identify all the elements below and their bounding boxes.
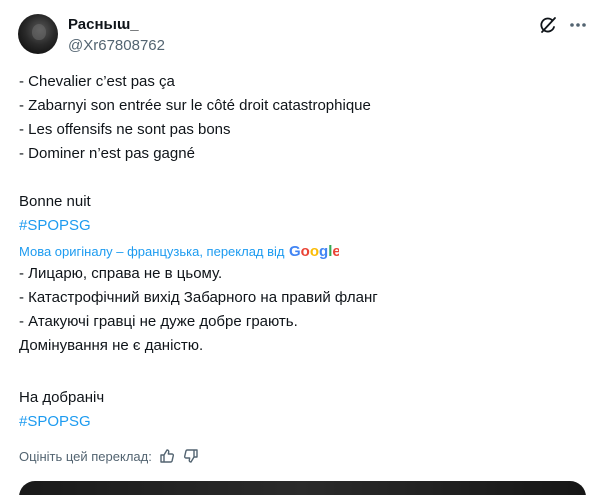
translated-line: - Лицарю, справа не в цьому. <box>19 265 223 282</box>
thumbs-up-icon[interactable] <box>158 447 176 465</box>
more-options-icon[interactable] <box>567 14 589 36</box>
translation-source-label: Мова оригіналу – французька, переклад ві… <box>19 243 285 259</box>
svg-text:Google: Google <box>289 243 339 260</box>
translated-line: - Атакуючі гравці не дуже добре грають. <box>19 313 298 330</box>
original-text: - Chevalier c’est pas ça - Zabarnyi son … <box>19 70 371 166</box>
original-line: - Les offensifs ne sont pas bons <box>19 121 231 138</box>
google-logo: Google <box>289 242 339 260</box>
hashtag-link[interactable]: #SPOPSG <box>19 410 91 434</box>
original-line: - Chevalier c’est pas ça <box>19 73 175 90</box>
avatar[interactable] <box>18 14 58 54</box>
translated-line: - Катастрофічний вихід Забарного на прав… <box>19 289 378 306</box>
thumbs-down-icon[interactable] <box>182 447 200 465</box>
original-line: - Dominer n’est pas gagné <box>19 145 195 162</box>
author-display-name[interactable]: Расньıɯ_ <box>68 16 139 33</box>
rate-translation-label: Оцініть цей переклад: <box>19 448 152 464</box>
hashtag-link[interactable]: #SPOPSG <box>19 214 91 238</box>
rate-translation: Оцініть цей переклад: <box>19 446 200 466</box>
media-preview[interactable] <box>19 481 586 495</box>
translated-text: - Лицарю, справа не в цьому. - Катастроф… <box>19 262 378 358</box>
original-line: - Zabarnyi son entrée sur le côté droit … <box>19 97 371 114</box>
original-signoff: Bonne nuit <box>19 193 91 210</box>
translation-source-note[interactable]: Мова оригіналу – французька, переклад ві… <box>19 241 339 261</box>
translated-line: Домінування не є даністю. <box>19 337 204 354</box>
tweet-post: Расньıɯ_ @Xr67808762 - Chevalier c’est p… <box>0 0 593 495</box>
grok-icon[interactable] <box>537 14 559 36</box>
translated-signoff: На добраніч <box>19 389 105 406</box>
author-handle[interactable]: @Xr67808762 <box>68 37 165 54</box>
